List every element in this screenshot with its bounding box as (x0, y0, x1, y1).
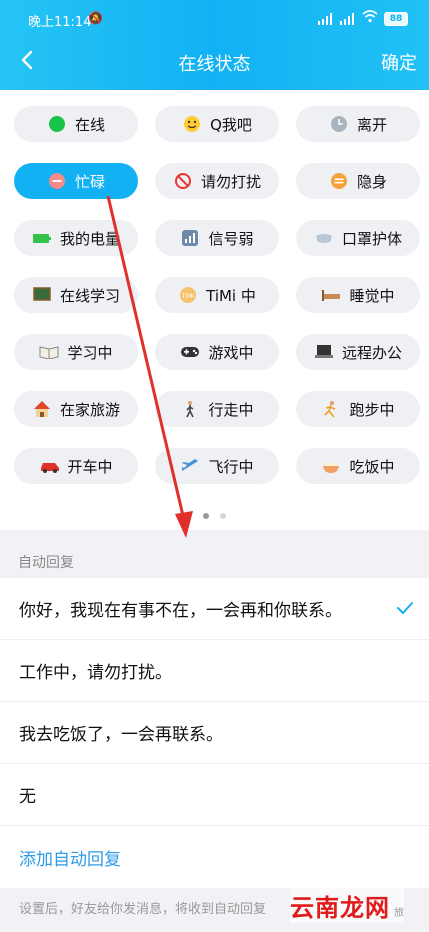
status-chip[interactable]: TIMI TiMi 中 (155, 277, 279, 313)
signal-icon (180, 228, 200, 248)
auto-reply-section-title: 自动回复 (18, 555, 74, 571)
status-chip[interactable]: 信号弱 (155, 220, 279, 256)
invisible-icon (329, 171, 349, 191)
auto-reply-option[interactable]: 你好，我现在有事不在，一会再和你联系。 (0, 578, 429, 640)
airplane-icon (180, 456, 200, 476)
watermark-suffix: 旅 (394, 908, 404, 919)
auto-reply-text: 我去吃饭了，一会再联系。 (19, 725, 223, 745)
book-icon (39, 342, 59, 362)
status-chip-label: 隐身 (356, 172, 387, 191)
status-chip-label: 在线 (74, 115, 105, 134)
auto-reply-text: 工作中，请勿打扰。 (19, 663, 172, 683)
status-chip-label: 吃饭中 (349, 457, 395, 476)
battery-icon (32, 228, 52, 248)
auto-reply-text: 你好，我现在有事不在，一会再和你联系。 (19, 601, 342, 621)
status-chip-label: 离开 (356, 115, 387, 134)
add-auto-reply-button[interactable]: 添加自动回复 (0, 826, 429, 888)
status-chip-label: 跑步中 (349, 400, 395, 419)
status-chip[interactable]: 行走中 (155, 391, 279, 427)
running-icon (321, 399, 341, 419)
page-indicator (0, 504, 429, 523)
blackboard-icon (32, 285, 52, 305)
status-chip[interactable]: Q我吧 (155, 106, 279, 142)
wifi-icon (362, 10, 378, 23)
mute-icon: 🔕 (88, 11, 103, 25)
status-chip[interactable]: 游戏中 (155, 334, 279, 370)
page-title: 在线状态 (178, 54, 251, 75)
status-chip-label: 我的电量 (59, 229, 120, 248)
laptop-icon (314, 342, 334, 362)
house-icon (32, 399, 52, 419)
footer-note: 设置后，好友给你发消息，将收到自动回复 (19, 902, 267, 917)
status-chip[interactable]: 跑步中 (296, 391, 420, 427)
clock-icon (329, 114, 349, 134)
mask-icon (314, 228, 334, 248)
status-chip[interactable]: 远程办公 (296, 334, 420, 370)
status-chip[interactable]: 离开 (296, 106, 420, 142)
timi-icon: TIMI (178, 285, 198, 305)
no-entry-icon (173, 171, 193, 191)
busy-icon (47, 171, 67, 191)
status-chip-label: 远程办公 (341, 343, 402, 362)
status-chip-label: 请勿打扰 (200, 172, 261, 191)
status-chip-label: 信号弱 (208, 229, 254, 248)
status-chip-label: 游戏中 (208, 343, 254, 362)
status-panel: 在线 Q我吧 离开忙碌 请勿打扰 隐身我的电量 信号弱 口罩护体在线学习 TIMI TiMi 中… (0, 90, 429, 530)
status-chip[interactable]: 隐身 (296, 163, 420, 199)
header: 晚上11:14 🔕 88 在线状态 确定 (0, 0, 429, 90)
bed-icon (321, 285, 341, 305)
gamepad-icon (180, 342, 200, 362)
walking-icon (180, 399, 200, 419)
checkmark-icon (397, 602, 413, 614)
status-chip-label: TiMi 中 (206, 286, 256, 305)
status-chip-label: 口罩护体 (341, 229, 402, 248)
auto-reply-option[interactable]: 我去吃饭了，一会再联系。 (0, 702, 429, 764)
status-chip[interactable]: 在线学习 (14, 277, 138, 313)
status-chip-label: 在线学习 (59, 286, 120, 305)
status-chip[interactable]: 吃饭中 (296, 448, 420, 484)
confirm-button[interactable]: 确定 (381, 49, 417, 75)
watermark-text: 云南龙网 (290, 894, 390, 922)
auto-reply-option[interactable]: 无 (0, 764, 429, 826)
green-dot-icon (47, 114, 67, 134)
status-chip-label: 在家旅游 (59, 400, 120, 419)
car-icon (39, 456, 60, 476)
status-time: 晚上11:14 (28, 15, 92, 30)
status-chip[interactable]: 开车中 (14, 448, 138, 484)
auto-reply-list: 你好，我现在有事不在，一会再和你联系。 工作中，请勿打扰。 我去吃饭了，一会再联… (0, 578, 429, 888)
page-dot-active (202, 513, 209, 519)
svg-text:TIMI: TIMI (181, 293, 195, 300)
status-chip[interactable]: 请勿打扰 (155, 163, 279, 199)
status-chip[interactable]: 飞行中 (155, 448, 279, 484)
status-chip[interactable]: 口罩护体 (296, 220, 420, 256)
watermark: 云南龙网旅 (290, 888, 404, 923)
status-chip-label: 飞行中 (208, 457, 254, 476)
nav-bar: 在线状态 确定 (0, 38, 429, 82)
smile-icon (182, 114, 202, 134)
status-chip-label: Q我吧 (210, 115, 252, 134)
auto-reply-option[interactable]: 工作中，请勿打扰。 (0, 640, 429, 702)
status-chip-label: 行走中 (208, 400, 254, 419)
status-chip-label: 学习中 (67, 343, 113, 362)
status-chip-label: 睡觉中 (349, 286, 395, 305)
status-chip-label: 忙碌 (74, 172, 105, 191)
signal-icon (340, 13, 354, 25)
status-chip[interactable]: 睡觉中 (296, 277, 420, 313)
bowl-icon (321, 456, 341, 476)
page-dot (220, 513, 227, 519)
status-chip[interactable]: 忙碌 (14, 163, 138, 199)
battery-indicator: 88 (384, 12, 408, 26)
add-auto-reply-label: 添加自动回复 (19, 849, 121, 870)
status-chip[interactable]: 在家旅游 (14, 391, 138, 427)
status-chip-label: 开车中 (67, 457, 113, 476)
status-chip[interactable]: 我的电量 (14, 220, 138, 256)
status-chip[interactable]: 学习中 (14, 334, 138, 370)
auto-reply-text: 无 (19, 787, 36, 807)
status-bar: 晚上11:14 🔕 88 (0, 0, 429, 34)
signal-icon (318, 13, 332, 25)
status-chip[interactable]: 在线 (14, 106, 138, 142)
